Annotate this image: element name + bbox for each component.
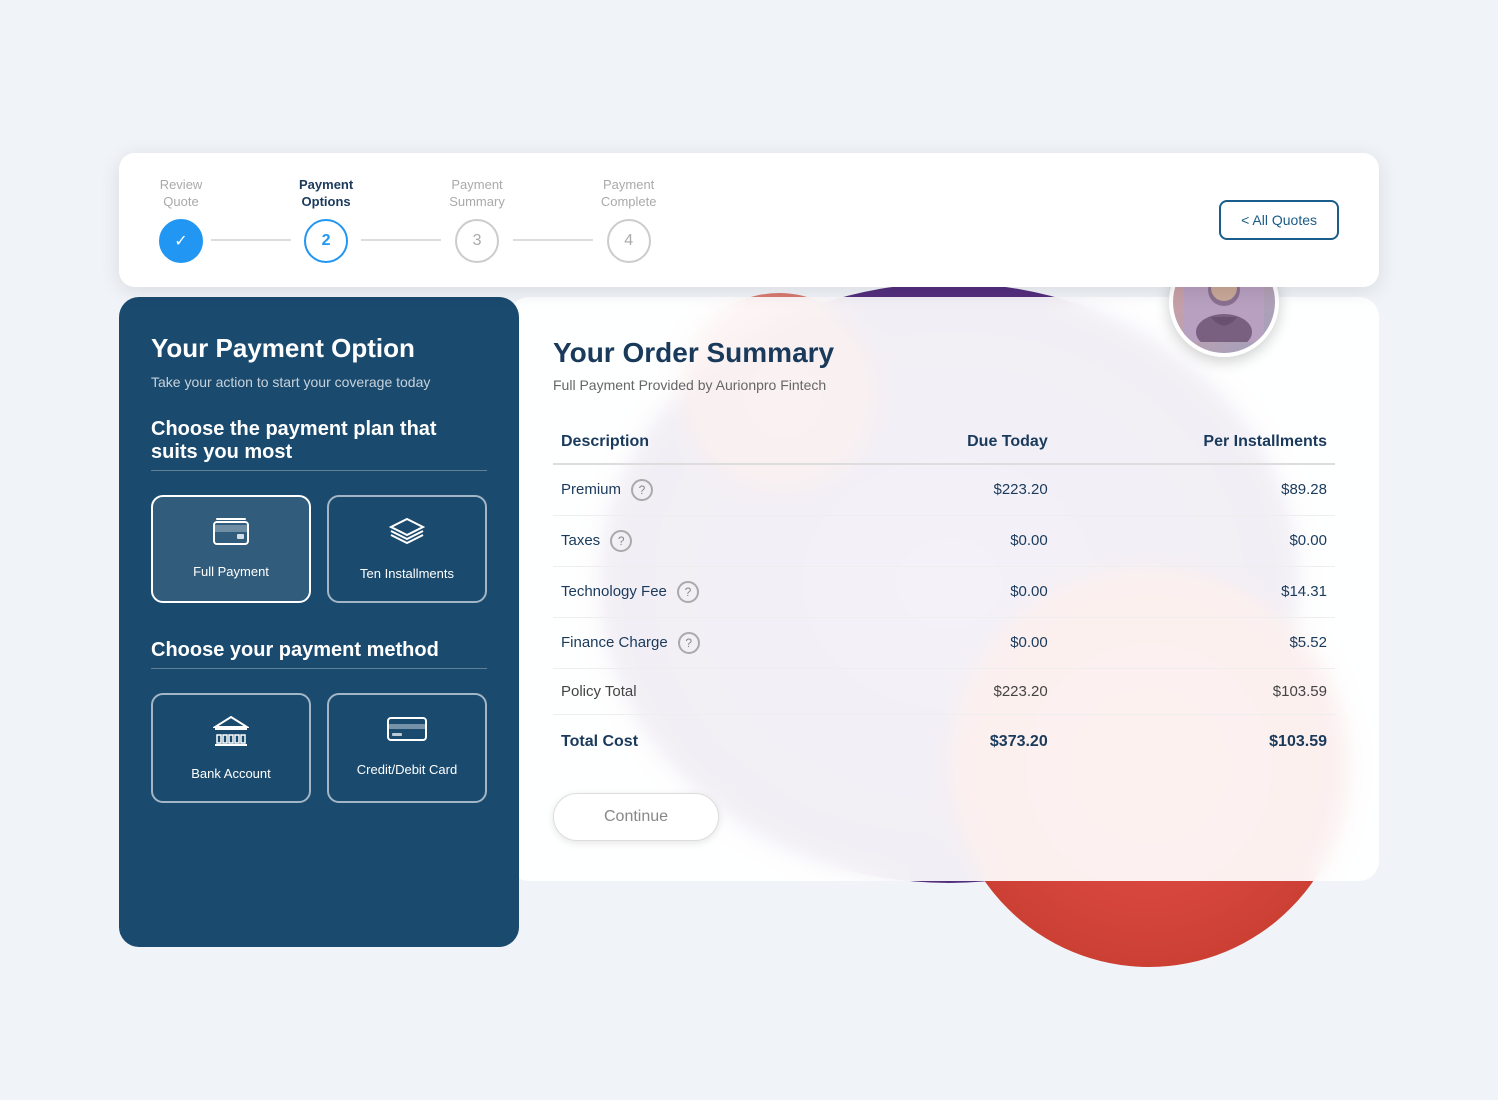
card-icon [387,715,427,750]
bank-account-label: Bank Account [191,766,271,781]
ten-installments-button[interactable]: Ten Installments [327,495,487,603]
payment-methods: Bank Account Credit/Debit Card [151,693,487,803]
connector-3-4 [513,239,593,241]
method-section-heading: Choose your payment method [151,639,487,662]
row-name: Technology Fee [561,583,667,600]
due-today-cell: $0.00 [863,515,1056,566]
due-today-cell: $223.20 [863,668,1056,714]
due-today-cell: $223.20 [863,464,1056,516]
per-installment-cell: $103.59 [1056,668,1335,714]
all-quotes-button[interactable]: < All Quotes [1219,200,1339,240]
table-row: Finance Charge ? $0.00$5.52 [553,617,1335,668]
row-name: Total Cost [561,733,638,750]
step-3-circle: 3 [455,219,499,263]
payment-options: Full Payment Ten Installments [151,495,487,603]
stepper-card: ReviewQuote ✓ PaymentOptions 2 PaymentSu… [119,153,1379,287]
credit-debit-button[interactable]: Credit/Debit Card [327,693,487,803]
due-today-cell: $0.00 [863,566,1056,617]
per-installment-cell: $103.59 [1056,714,1335,765]
continue-button[interactable]: Continue [553,793,719,841]
stepper-steps: ReviewQuote ✓ PaymentOptions 2 PaymentSu… [159,177,656,263]
step-2-label: PaymentOptions [299,177,353,211]
due-today-cell: $373.20 [863,714,1056,765]
left-panel-title: Your Payment Option [151,333,487,364]
col-per-installments: Per Installments [1056,421,1335,464]
credit-debit-label: Credit/Debit Card [357,762,457,777]
connector-1-2 [211,239,291,241]
main-content: Your Payment Option Take your action to … [119,297,1379,947]
row-name: Policy Total [561,683,637,700]
step-3-label: PaymentSummary [449,177,505,211]
right-panel: Your Order Summary Full Payment Provided… [509,297,1379,881]
step-4-circle: 4 [607,219,651,263]
provider-text: Full Payment Provided by Aurionpro Finte… [553,377,1335,393]
info-icon[interactable]: ? [677,581,699,603]
step-2-circle: 2 [304,219,348,263]
row-name: Taxes [561,532,600,549]
full-payment-button[interactable]: Full Payment [151,495,311,603]
step-3: PaymentSummary 3 [449,177,505,263]
table-row: Total Cost $373.20$103.59 [553,714,1335,765]
step-1: ReviewQuote ✓ [159,177,203,263]
per-installment-cell: $5.52 [1056,617,1335,668]
summary-table: Description Due Today Per Installments P… [553,421,1335,765]
page-wrapper: ReviewQuote ✓ PaymentOptions 2 PaymentSu… [99,133,1399,967]
table-row: Technology Fee ? $0.00$14.31 [553,566,1335,617]
connector-2-3 [361,239,441,241]
info-icon[interactable]: ? [631,479,653,501]
plan-divider [151,470,487,471]
col-due-today: Due Today [863,421,1056,464]
step-2: PaymentOptions 2 [299,177,353,263]
per-installment-cell: $89.28 [1056,464,1335,516]
per-installment-cell: $14.31 [1056,566,1335,617]
left-panel-subtitle: Take your action to start your coverage … [151,374,487,390]
step-1-circle: ✓ [159,219,203,263]
method-divider [151,668,487,669]
due-today-cell: $0.00 [863,617,1056,668]
left-panel: Your Payment Option Take your action to … [119,297,519,947]
bank-icon [213,715,249,754]
full-payment-label: Full Payment [193,564,269,579]
table-row: Policy Total $223.20$103.59 [553,668,1335,714]
layers-icon [389,517,425,554]
ten-installments-label: Ten Installments [360,566,454,581]
step-1-label: ReviewQuote [160,177,203,211]
table-row: Premium ? $223.20$89.28 [553,464,1335,516]
step-4-label: PaymentComplete [601,177,657,211]
col-description: Description [553,421,863,464]
step-4: PaymentComplete 4 [601,177,657,263]
table-row: Taxes ? $0.00$0.00 [553,515,1335,566]
row-name: Premium [561,481,621,498]
per-installment-cell: $0.00 [1056,515,1335,566]
plan-section-heading: Choose the payment plan that suits you m… [151,418,487,464]
bank-account-button[interactable]: Bank Account [151,693,311,803]
wallet-icon [213,517,249,552]
info-icon[interactable]: ? [610,530,632,552]
row-name: Finance Charge [561,634,668,651]
info-icon[interactable]: ? [678,632,700,654]
